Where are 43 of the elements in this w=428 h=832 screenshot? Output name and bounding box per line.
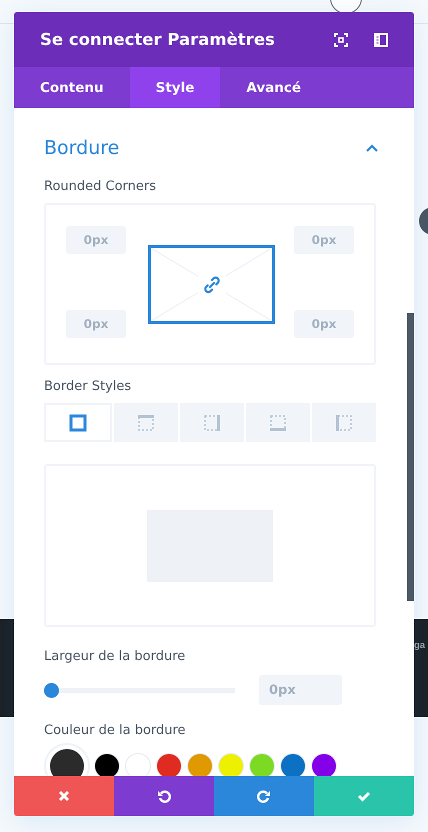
field-label: Rounded Corners: [44, 179, 158, 196]
input-field[interactable]: 0px: [259, 675, 342, 705]
sidebar-icon[interactable]: [374, 32, 388, 46]
border-right-icon: [203, 414, 221, 432]
border-side-button[interactable]: [180, 403, 244, 442]
scrollbar[interactable]: [407, 313, 414, 601]
input-field[interactable]: 0px: [294, 310, 354, 338]
color-swatch[interactable]: [50, 749, 84, 776]
border-side-button[interactable]: [246, 403, 310, 442]
field-label: Border Styles: [44, 379, 132, 396]
window-title: Se connecter Paramètres: [40, 30, 276, 49]
border-side-button[interactable]: [44, 403, 112, 442]
border-side-button[interactable]: [114, 403, 178, 442]
chevron-icon[interactable]: [366, 144, 378, 152]
input-field[interactable]: 0px: [66, 226, 126, 254]
tab[interactable]: Avancé: [220, 67, 328, 108]
color-swatch[interactable]: [250, 754, 274, 776]
redo-icon: [257, 789, 271, 803]
border-top-icon: [137, 414, 155, 432]
tab[interactable]: Contenu: [14, 67, 130, 108]
input-field[interactable]: 0px: [294, 226, 354, 254]
check-icon: [357, 789, 371, 803]
close-icon: [57, 789, 71, 803]
color-swatch[interactable]: [281, 754, 305, 776]
section-title: Bordure: [44, 137, 120, 159]
input-field[interactable]: 0px: [66, 310, 126, 338]
field-label: Couleur de la bordure: [44, 723, 187, 740]
color-swatch[interactable]: [188, 754, 212, 776]
border-bottom-icon: [269, 414, 287, 432]
border-left-icon: [335, 414, 353, 432]
slider-thumb[interactable]: [44, 682, 59, 698]
undo-icon: [157, 789, 171, 803]
field-label: Largeur de la bordure: [44, 649, 186, 666]
tab[interactable]: Style: [130, 67, 220, 108]
band-text: ga: [414, 640, 426, 651]
color-swatch[interactable]: [312, 754, 336, 776]
fullscreen-icon[interactable]: [334, 32, 348, 46]
color-swatch[interactable]: [95, 754, 119, 776]
color-swatch[interactable]: [157, 754, 181, 776]
border-all-icon: [69, 414, 87, 432]
color-swatch[interactable]: [126, 754, 150, 776]
border-side-button[interactable]: [312, 403, 376, 442]
color-swatch[interactable]: [219, 754, 243, 776]
